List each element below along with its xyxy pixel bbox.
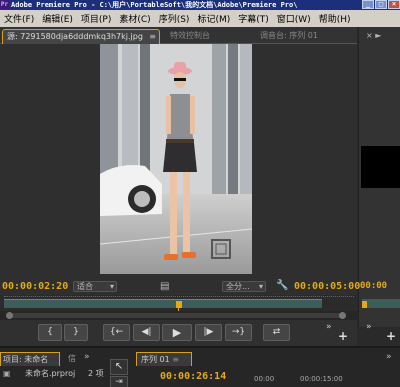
menu-sequence[interactable]: 序列(S) bbox=[155, 12, 194, 25]
insert-button[interactable]: ⇄ bbox=[263, 324, 290, 341]
fit-dropdown[interactable]: 适合 ▾ bbox=[73, 281, 117, 292]
program-scrub-track[interactable] bbox=[362, 299, 400, 308]
maximize-icon[interactable]: □ bbox=[375, 0, 387, 9]
overflow-icon[interactable]: » bbox=[326, 322, 332, 332]
tab-project[interactable]: 项目: 未命名 bbox=[0, 352, 60, 366]
right-overflow-icon[interactable]: » bbox=[366, 322, 372, 332]
ruler-label-2: 00:00:15:00 bbox=[300, 375, 343, 383]
step-forward-button[interactable]: |▶ bbox=[195, 324, 222, 341]
quality-dropdown-label: 全分... bbox=[226, 282, 250, 291]
right-panel-tab[interactable]: × ► bbox=[362, 29, 398, 44]
go-to-out-button[interactable]: →} bbox=[225, 324, 252, 341]
window-controls: _ □ × bbox=[361, 0, 400, 10]
ruler-ticks bbox=[4, 296, 354, 298]
title-bar: Pr Adobe Premiere Pro - C:\用户\PortableSof… bbox=[0, 0, 400, 10]
add-button-icon[interactable]: + bbox=[338, 329, 348, 343]
tab-sequence-label: 序列 01 bbox=[141, 355, 170, 364]
menu-window[interactable]: 窗口(W) bbox=[273, 12, 315, 25]
menu-file[interactable]: 文件(F) bbox=[0, 12, 38, 25]
track-select-tool-icon[interactable]: ⇥ bbox=[110, 376, 128, 387]
minimize-icon[interactable]: _ bbox=[362, 0, 374, 9]
tab-sequence[interactable]: 序列 01 ≡ bbox=[136, 352, 192, 366]
safe-margins-icon[interactable]: ▤ bbox=[160, 281, 169, 292]
mark-in-button[interactable]: { bbox=[38, 324, 62, 341]
chevron-down-icon: ▾ bbox=[258, 282, 263, 291]
menu-edit[interactable]: 编辑(E) bbox=[38, 12, 77, 25]
tab-info[interactable]: 信 bbox=[68, 352, 76, 366]
preview-frame bbox=[100, 44, 252, 274]
mark-out-button[interactable]: } bbox=[64, 324, 88, 341]
tab-audio-mixer[interactable]: 调音台: 序列 01 bbox=[256, 29, 356, 44]
wrench-icon[interactable]: 🔧 bbox=[276, 280, 288, 291]
preview-image bbox=[100, 44, 252, 274]
tab-menu-icon[interactable]: ≡ bbox=[149, 30, 156, 44]
program-preview bbox=[361, 146, 400, 188]
step-back-button[interactable]: ◀| bbox=[133, 324, 160, 341]
close-icon[interactable]: × bbox=[388, 0, 400, 9]
zoom-handle-right[interactable] bbox=[339, 312, 346, 319]
premiere-logo-icon: Pr bbox=[0, 0, 9, 9]
program-playhead[interactable] bbox=[362, 301, 367, 308]
zoom-handle-left[interactable] bbox=[6, 312, 13, 319]
chevron-down-icon: ▾ bbox=[109, 282, 114, 291]
zoom-scroll-track[interactable] bbox=[6, 313, 346, 318]
monitor-tab-bar: 源: 7291580dja6dddmkq3h7kj.jpg ≡ 特效控制台 调音… bbox=[0, 27, 357, 44]
project-item-count: 2 项 bbox=[88, 369, 104, 378]
tab-source-label: 源: 7291580dja6dddmkq3h7kj.jpg bbox=[7, 32, 143, 41]
ruler-label-1: 00:00 bbox=[254, 375, 275, 383]
playhead[interactable] bbox=[176, 301, 182, 308]
play-button[interactable]: ▶ bbox=[162, 324, 192, 341]
selection-tool-icon[interactable]: ↖ bbox=[110, 359, 128, 375]
program-timecode: 00:00 bbox=[360, 281, 388, 291]
sequence-panel-close-icon[interactable]: » bbox=[386, 352, 392, 362]
menu-project[interactable]: 项目(P) bbox=[77, 12, 115, 25]
sequence-timecode[interactable]: 00:00:26:14 bbox=[160, 371, 226, 382]
quality-dropdown[interactable]: 全分... ▾ bbox=[222, 281, 266, 292]
project-file-icon: ▣ bbox=[3, 369, 11, 378]
project-filename: 未命名.prproj bbox=[25, 369, 76, 378]
duration-timecode: 00:00:05:00 bbox=[294, 281, 361, 292]
tab-effect-controls[interactable]: 特效控制台 bbox=[166, 29, 246, 44]
menu-help[interactable]: 帮助(H) bbox=[315, 12, 355, 25]
menu-title[interactable]: 字幕(T) bbox=[234, 12, 273, 25]
monitor-info-bar: 00:00:02:20 适合 ▾ ▤ 全分... ▾ 🔧 00:00:05:00 bbox=[0, 279, 361, 295]
bottom-panels: 项目: 未命名 信 » ▣ 未命名.prproj 2 项 ↖ ⇥ 序列 01 ≡… bbox=[0, 346, 400, 387]
current-timecode[interactable]: 00:00:02:20 bbox=[2, 281, 68, 292]
scrub-track[interactable] bbox=[4, 299, 322, 308]
tab-source[interactable]: 源: 7291580dja6dddmkq3h7kj.jpg ≡ bbox=[2, 29, 160, 44]
menu-bar: 文件(F) 编辑(E) 项目(P) 素材(C) 序列(S) 标记(M) 字幕(T… bbox=[0, 10, 400, 27]
menu-clip[interactable]: 素材(C) bbox=[115, 12, 154, 25]
right-add-icon[interactable]: + bbox=[386, 329, 396, 343]
menu-marker[interactable]: 标记(M) bbox=[193, 12, 234, 25]
panel-overflow-icon[interactable]: » bbox=[84, 352, 90, 362]
go-to-in-button[interactable]: {← bbox=[103, 324, 130, 341]
fit-dropdown-label: 适合 bbox=[77, 282, 93, 291]
window-title: Adobe Premiere Pro - C:\用户\PortableSoft\… bbox=[11, 1, 298, 9]
